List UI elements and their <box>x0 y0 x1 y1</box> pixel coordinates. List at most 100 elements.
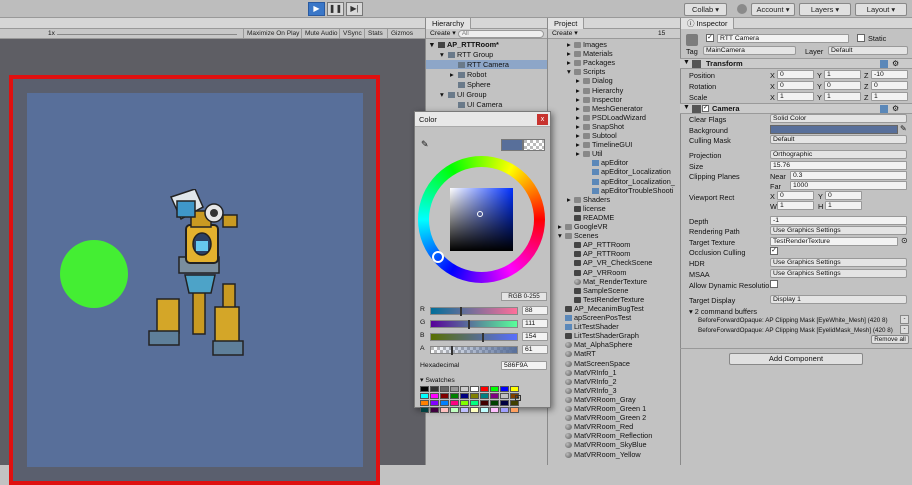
object-picker-icon[interactable]: ⊙ <box>901 236 908 245</box>
color-swatch[interactable] <box>420 386 429 392</box>
add-swatch-button[interactable]: + <box>515 395 521 401</box>
hierarchy-item[interactable]: Sphere <box>426 80 548 89</box>
layout-dropdown[interactable]: Layout ▾ <box>855 3 907 16</box>
object-name-field[interactable]: RTT Camera <box>717 34 849 43</box>
color-swatch[interactable] <box>470 400 479 406</box>
red-value-field[interactable]: 88 <box>522 306 548 315</box>
project-item[interactable]: ▾ Scenes <box>548 231 598 240</box>
color-swatch[interactable] <box>490 393 499 399</box>
project-item[interactable]: LitTestShader <box>548 322 619 331</box>
project-item[interactable]: MatVRRoom_Reflection <box>548 431 652 440</box>
hue-cursor[interactable] <box>432 251 444 263</box>
color-swatch[interactable] <box>480 386 489 392</box>
expand-arrow-down-icon[interactable]: ▾ <box>567 67 574 76</box>
project-item[interactable]: AP_VR_CheckScene <box>548 258 652 267</box>
project-item[interactable]: MatVRRoom_Green 1 <box>548 404 646 413</box>
expand-arrow-right-icon[interactable]: ▸ <box>567 40 574 49</box>
project-item[interactable]: ▸ TimelineGUI <box>548 140 632 149</box>
project-item[interactable]: MatVRInfo_2 <box>548 377 617 386</box>
color-picker-titlebar[interactable]: Color x <box>415 112 550 127</box>
step-button[interactable]: ▶| <box>346 2 363 16</box>
project-item[interactable]: MatVRRoom_Green 2 <box>548 413 646 422</box>
project-item[interactable]: apEditorTroubleShooti <box>548 186 673 195</box>
hierarchy-create-button[interactable]: Create ▾ <box>430 29 456 39</box>
color-swatch[interactable] <box>490 400 499 406</box>
alpha-slider[interactable] <box>430 346 518 355</box>
mute-audio-button[interactable]: Mute Audio <box>301 29 341 39</box>
expand-arrow-down-icon[interactable]: ▾ <box>558 231 565 240</box>
color-swatch[interactable] <box>440 393 449 399</box>
color-swatch[interactable] <box>430 400 439 406</box>
add-component-button[interactable]: Add Component <box>729 353 863 365</box>
dynamic-resolution-checkbox[interactable] <box>770 280 778 288</box>
rendering-path-dropdown[interactable]: Use Graphics Settings <box>770 226 907 235</box>
expand-arrow-right-icon[interactable]: ▸ <box>576 113 583 122</box>
expand-arrow-right-icon[interactable]: ▸ <box>576 95 583 104</box>
project-item[interactable]: ▸ Dialog <box>548 76 613 85</box>
project-item[interactable]: ▸ Packages <box>548 58 615 67</box>
project-item[interactable]: apEditor_Localization <box>548 167 671 176</box>
expand-arrow-right-icon[interactable]: ▸ <box>576 86 583 95</box>
color-swatch[interactable] <box>460 400 469 406</box>
color-swatch[interactable] <box>510 407 519 413</box>
tab-project[interactable]: Project <box>548 18 585 29</box>
eyedropper-icon[interactable]: ✎ <box>900 124 907 133</box>
slider-handle[interactable] <box>481 333 484 342</box>
transform-z-field[interactable]: 1 <box>871 92 908 101</box>
project-item[interactable]: ▸ MeshGenerator <box>548 104 643 113</box>
color-swatch[interactable] <box>490 407 499 413</box>
project-item[interactable]: MatVRRoom_Gray <box>548 395 636 404</box>
transform-y-field[interactable]: 0 <box>824 81 861 90</box>
viewport-x-field[interactable]: 0 <box>777 191 814 200</box>
tab-inspector[interactable]: ⓘ Inspector <box>681 18 735 29</box>
project-item[interactable]: apScreenPosTest <box>548 313 631 322</box>
hue-wheel[interactable] <box>418 156 545 283</box>
remove-buffer-button[interactable]: - <box>900 325 909 334</box>
project-item[interactable]: ▸ Subtool <box>548 131 617 140</box>
color-swatch[interactable] <box>460 386 469 392</box>
help-icon[interactable] <box>880 105 888 113</box>
project-item[interactable]: AP_RTTRoom <box>548 240 630 249</box>
project-item[interactable]: ▸ GoogleVR <box>548 222 608 231</box>
project-item[interactable]: ▸ Shaders <box>548 195 610 204</box>
color-swatch[interactable] <box>450 386 459 392</box>
transform-z-field[interactable]: -10 <box>871 70 908 79</box>
account-dropdown[interactable]: Account ▾ <box>751 3 795 16</box>
hierarchy-item[interactable]: ▾ UI Group <box>426 90 548 99</box>
color-swatch[interactable] <box>470 393 479 399</box>
stats-button[interactable]: Stats <box>364 29 386 39</box>
expand-arrow-down-icon[interactable]: ▾ <box>430 40 438 49</box>
camera-enabled-checkbox[interactable]: ✓ <box>702 105 709 112</box>
project-item[interactable]: MatVRRoom_SkyBlue <box>548 440 647 449</box>
near-field[interactable]: 0.3 <box>790 171 907 180</box>
color-swatch[interactable] <box>450 407 459 413</box>
project-item[interactable]: AP_RTTRoom <box>548 249 630 258</box>
color-swatch[interactable] <box>440 407 449 413</box>
project-item[interactable]: Mat_AlphaSphere <box>548 340 632 349</box>
expand-arrow-right-icon[interactable]: ▸ <box>576 122 583 131</box>
culling-mask-dropdown[interactable]: Default <box>770 135 907 144</box>
transform-x-field[interactable]: 0 <box>777 70 814 79</box>
project-item[interactable]: MatVRInfo_3 <box>548 386 617 395</box>
color-swatch[interactable] <box>470 386 479 392</box>
clear-flags-dropdown[interactable]: Solid Color <box>770 114 907 123</box>
expand-arrow-right-icon[interactable]: ▸ <box>567 195 574 204</box>
saturation-value-square[interactable] <box>450 188 513 251</box>
game-view[interactable] <box>0 39 425 485</box>
transform-header[interactable]: ▼ Transform ⚙ <box>680 58 912 69</box>
layer-dropdown[interactable]: Default <box>828 46 908 55</box>
color-swatch[interactable] <box>500 400 509 406</box>
color-swatch[interactable] <box>450 393 459 399</box>
play-button[interactable]: ▶ <box>308 2 325 16</box>
settings-gear-icon[interactable]: ⚙ <box>892 104 899 114</box>
hierarchy-item[interactable]: ▾ RTT Group <box>426 50 548 59</box>
static-checkbox[interactable] <box>857 34 865 42</box>
project-item[interactable]: ▸ PSDLoadWizard <box>548 113 646 122</box>
target-texture-field[interactable]: TestRenderTexture <box>770 237 898 246</box>
hierarchy-search-input[interactable] <box>458 30 544 38</box>
maximize-on-play-button[interactable]: Maximize On Play <box>243 29 302 39</box>
viewport-w-field[interactable]: 1 <box>777 201 814 210</box>
project-item[interactable]: SampleScene <box>548 286 628 295</box>
hierarchy-item[interactable]: UI Camera <box>426 100 548 109</box>
depth-field[interactable]: -1 <box>770 216 907 225</box>
